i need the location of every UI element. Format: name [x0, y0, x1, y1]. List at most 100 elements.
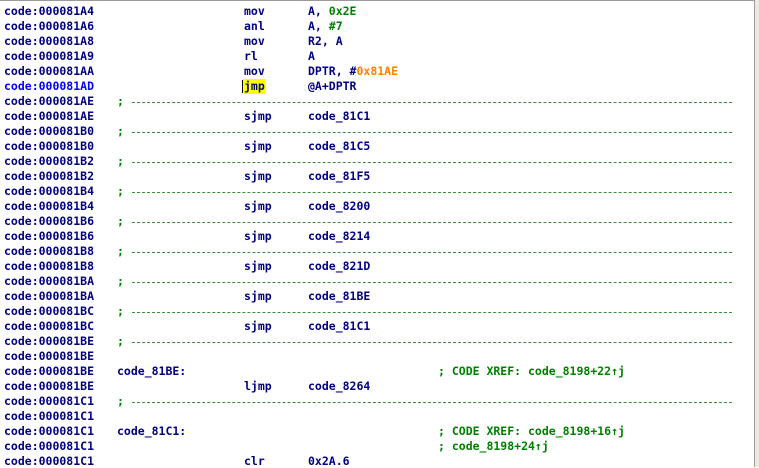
separator-line[interactable]: code:000081B4;: [0, 184, 754, 199]
separator-semicolon: ;: [117, 214, 124, 228]
listing-line[interactable]: code:000081A9 rl A: [0, 49, 754, 64]
address: code:000081B6: [4, 229, 95, 243]
operand-reference[interactable]: code_81C1: [308, 319, 370, 333]
address: code:000081AE: [4, 109, 95, 123]
address: code:000081BA: [4, 289, 95, 303]
instruction-mnemonic[interactable]: sjmp: [244, 289, 272, 304]
separator-line[interactable]: code:000081B8;: [0, 244, 754, 259]
instruction-mnemonic[interactable]: mov: [244, 34, 265, 49]
instruction-mnemonic[interactable]: sjmp: [244, 109, 272, 124]
listing-line[interactable]: code:000081A4 mov A, 0x2E: [0, 4, 754, 19]
disassembly-view[interactable]: code:000081A4 mov A, 0x2E code:000081A6 anl A…: [0, 0, 754, 468]
instruction-mnemonic[interactable]: sjmp: [244, 169, 272, 184]
instruction-mnemonic[interactable]: ljmp: [244, 379, 272, 394]
separator-line[interactable]: code:000081B6;: [0, 214, 754, 229]
listing-line[interactable]: code:000081B6 sjmp code_8214: [0, 229, 754, 244]
address: code:000081BE: [4, 334, 95, 348]
address: code:000081AA: [4, 64, 95, 78]
listing-line[interactable]: code:000081B2 sjmp code_81F5: [0, 169, 754, 184]
operand-reference[interactable]: code_8200: [308, 199, 370, 213]
operand: @A+DPTR: [308, 79, 357, 93]
operand-reference[interactable]: code_81F5: [308, 169, 370, 183]
instruction-mnemonic[interactable]: sjmp: [244, 199, 272, 214]
xref-comment: ; CODE XREF: code_8198+22↑j: [438, 364, 625, 378]
listing-line[interactable]: code:000081C1 code_81C1: ; CODE XREF: code…: [0, 424, 754, 439]
separator-semicolon: ;: [117, 334, 124, 348]
instruction-operands: DPTR, #0x81AE: [308, 64, 398, 79]
instruction-operands: code_81F5: [308, 169, 370, 184]
listing-line[interactable]: code:000081AA mov DPTR, #0x81AE: [0, 64, 754, 79]
operand-reference[interactable]: code_8264: [308, 379, 370, 393]
listing-line[interactable]: code:000081BA sjmp code_81BE: [0, 289, 754, 304]
separator-dash: [132, 192, 732, 193]
listing-line[interactable]: code:000081BC sjmp code_81C1: [0, 319, 754, 334]
address: code:000081B4: [4, 184, 95, 198]
separator-line[interactable]: code:000081B2;: [0, 154, 754, 169]
listing-line[interactable]: code:000081B4 sjmp code_8200: [0, 199, 754, 214]
separator-line[interactable]: code:000081BE;: [0, 334, 754, 349]
listing-line[interactable]: code:000081C1 clr 0x2A.6: [0, 454, 754, 468]
code-label[interactable]: code_81BE:: [117, 364, 186, 379]
operand: A,: [308, 4, 329, 18]
instruction-mnemonic[interactable]: anl: [244, 19, 265, 34]
instruction-operands: 0x2A.6: [308, 454, 350, 468]
separator-line[interactable]: code:000081BC;: [0, 304, 754, 319]
code-label[interactable]: code_81C1:: [117, 424, 186, 439]
operand: #7: [328, 19, 343, 33]
address: code:000081B2: [4, 154, 95, 168]
operand-reference[interactable]: code_81C5: [308, 139, 370, 153]
separator-line[interactable]: code:000081AE;: [0, 94, 754, 109]
listing-line[interactable]: code:000081C1: [0, 409, 754, 424]
operand: DPTR, #: [308, 64, 357, 78]
instruction-operands: code_8264: [308, 379, 370, 394]
listing-line[interactable]: code:000081BE: [0, 349, 754, 364]
address: code:000081C1: [4, 394, 95, 408]
instruction-operands: @A+DPTR: [308, 79, 356, 94]
operand: A: [308, 49, 315, 63]
listing-line[interactable]: code:000081B8 sjmp code_821D: [0, 259, 754, 274]
address: code:000081C1: [4, 424, 95, 438]
instruction-mnemonic[interactable]: clr: [244, 454, 265, 468]
instruction-mnemonic[interactable]: jmp: [243, 79, 266, 94]
operand: 0x2E: [328, 4, 357, 18]
operand-reference[interactable]: code_821D: [308, 259, 370, 273]
instruction-mnemonic[interactable]: sjmp: [244, 259, 272, 274]
operand-reference[interactable]: code_8214: [308, 229, 370, 243]
address: code:000081B2: [4, 169, 95, 183]
listing-line[interactable]: code:000081A6 anl A, #7: [0, 19, 754, 34]
instruction-mnemonic[interactable]: rl: [244, 49, 258, 64]
instruction-mnemonic[interactable]: sjmp: [244, 139, 272, 154]
address: code:000081C1: [4, 409, 95, 423]
listing-line[interactable]: code:000081BE code_81BE: ; CODE XREF: code…: [0, 364, 754, 379]
operand-reference[interactable]: code_81C1: [308, 109, 370, 123]
listing-line[interactable]: code:000081BE ljmp code_8264: [0, 379, 754, 394]
instruction-mnemonic[interactable]: sjmp: [244, 229, 272, 244]
address: code:000081B4: [4, 199, 95, 213]
separator-semicolon: ;: [117, 394, 124, 408]
address: code:000081BE: [4, 364, 95, 378]
listing-line[interactable]: code:000081AD jmp @A+DPTR: [0, 79, 754, 94]
separator-line[interactable]: code:000081BA;: [0, 274, 754, 289]
window-edge: [754, 0, 759, 467]
separator-line[interactable]: code:000081B0;: [0, 124, 754, 139]
listing-line[interactable]: code:000081AE sjmp code_81C1: [0, 109, 754, 124]
address: code:000081AE: [4, 94, 95, 108]
separator-semicolon: ;: [117, 274, 124, 288]
address: code:000081A9: [4, 49, 95, 63]
separator-dash: [132, 402, 732, 403]
listing-line[interactable]: code:000081C1 ; code_8198+24↑j: [0, 439, 754, 454]
instruction-operands: code_81C1: [308, 319, 370, 334]
listing-line[interactable]: code:000081A8 mov R2, A: [0, 34, 754, 49]
instruction-operands: code_8214: [308, 229, 370, 244]
operand: A,: [308, 19, 329, 33]
operand-reference[interactable]: code_81BE: [308, 289, 370, 303]
instruction-operands: code_8200: [308, 199, 370, 214]
listing-line[interactable]: code:000081B0 sjmp code_81C5: [0, 139, 754, 154]
instruction-operands: R2, A: [308, 34, 343, 49]
separator-dash: [132, 312, 732, 313]
instruction-mnemonic[interactable]: mov: [244, 4, 265, 19]
instruction-mnemonic[interactable]: sjmp: [244, 319, 272, 334]
instruction-operands: code_81C1: [308, 109, 370, 124]
separator-line[interactable]: code:000081C1;: [0, 394, 754, 409]
instruction-mnemonic[interactable]: mov: [244, 64, 265, 79]
